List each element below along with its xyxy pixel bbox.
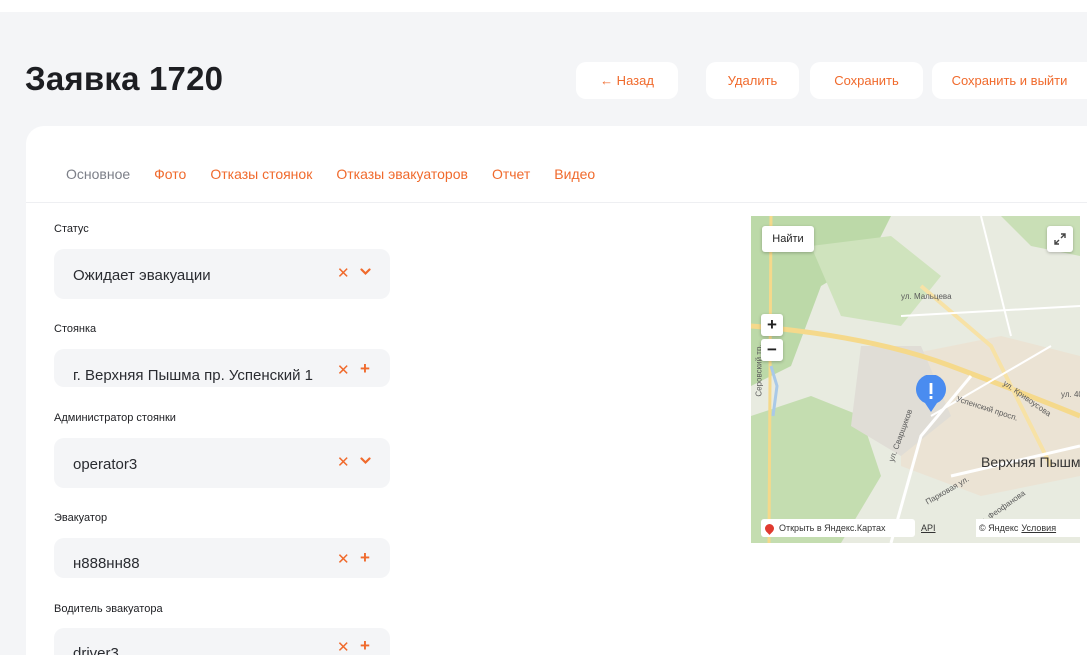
- clear-icon[interactable]: ✕: [337, 638, 350, 655]
- parking-admin-value: operator3: [73, 456, 138, 473]
- save-and-exit-button[interactable]: Сохранить и выйти: [932, 62, 1087, 99]
- fullscreen-icon[interactable]: [1047, 226, 1073, 252]
- tab-divider: [26, 202, 1087, 203]
- add-icon[interactable]: +: [360, 548, 370, 568]
- terms-link[interactable]: Условия: [1021, 523, 1056, 533]
- tab-parking-refusals[interactable]: Отказы стоянок: [210, 166, 312, 186]
- zoom-in-button[interactable]: +: [761, 314, 783, 336]
- map-marker-icon[interactable]: [915, 374, 947, 413]
- tab-report[interactable]: Отчет: [492, 166, 530, 186]
- save-button[interactable]: Сохранить: [810, 62, 923, 99]
- parking-value: г. Верхняя Пышма пр. Успенский 1: [73, 367, 314, 384]
- delete-button[interactable]: Удалить: [706, 62, 799, 99]
- copyright-text: © Яндекс: [979, 523, 1019, 533]
- add-icon[interactable]: +: [360, 636, 370, 655]
- tab-photo[interactable]: Фото: [154, 166, 186, 186]
- parking-label: Стоянка: [54, 323, 97, 335]
- clear-icon[interactable]: ✕: [337, 361, 350, 379]
- street-label: ул. Мальцева: [901, 292, 952, 301]
- api-link[interactable]: API: [921, 519, 943, 537]
- parking-select[interactable]: г. Верхняя Пышма пр. Успенский 1 ✕ +: [54, 349, 390, 387]
- map-copyright: © Яндекс Условия: [976, 519, 1080, 537]
- city-label: Верхняя Пышма: [981, 454, 1080, 470]
- clear-icon[interactable]: ✕: [337, 264, 350, 282]
- tab-tow-refusals[interactable]: Отказы эвакуаторов: [336, 166, 468, 186]
- tab-bar: Основное Фото Отказы стоянок Отказы эвак…: [66, 166, 619, 186]
- open-in-yandex-maps-link[interactable]: Открыть в Яндекс.Картах: [761, 519, 915, 537]
- street-label: ул. 40: [1061, 390, 1080, 399]
- chevron-down-icon[interactable]: [360, 263, 371, 281]
- tab-video[interactable]: Видео: [554, 166, 595, 186]
- page-title: Заявка 1720: [25, 60, 224, 97]
- status-select[interactable]: Ожидает эвакуации ✕: [54, 249, 390, 299]
- open-link-label: Открыть в Яндекс.Картах: [779, 523, 886, 533]
- parking-admin-label: Администратор стоянки: [54, 412, 176, 424]
- yandex-map[interactable]: ул. Мальцева ул. Кривоусова Успенский пр…: [751, 216, 1080, 543]
- chevron-down-icon[interactable]: [360, 452, 371, 470]
- status-label: Статус: [54, 223, 89, 235]
- location-pin-icon: [763, 521, 776, 535]
- tow-truck-value: н888нн88: [73, 555, 140, 572]
- driver-value: driver3: [73, 645, 119, 655]
- zoom-out-button[interactable]: −: [761, 339, 783, 361]
- add-icon[interactable]: +: [360, 359, 370, 379]
- form-card: Основное Фото Отказы стоянок Отказы эвак…: [26, 126, 1087, 655]
- parking-admin-select[interactable]: operator3 ✕: [54, 438, 390, 488]
- driver-select[interactable]: driver3 ✕ +: [54, 628, 390, 655]
- clear-icon[interactable]: ✕: [337, 550, 350, 568]
- tab-main[interactable]: Основное: [66, 166, 130, 186]
- clear-icon[interactable]: ✕: [337, 453, 350, 471]
- tow-truck-label: Эвакуатор: [54, 512, 108, 524]
- driver-label: Водитель эвакуатора: [54, 603, 163, 615]
- map-find-button[interactable]: Найти: [762, 226, 814, 252]
- tow-truck-select[interactable]: н888нн88 ✕ +: [54, 538, 390, 578]
- status-value: Ожидает эвакуации: [73, 267, 211, 284]
- back-button[interactable]: ← Назад: [576, 62, 678, 99]
